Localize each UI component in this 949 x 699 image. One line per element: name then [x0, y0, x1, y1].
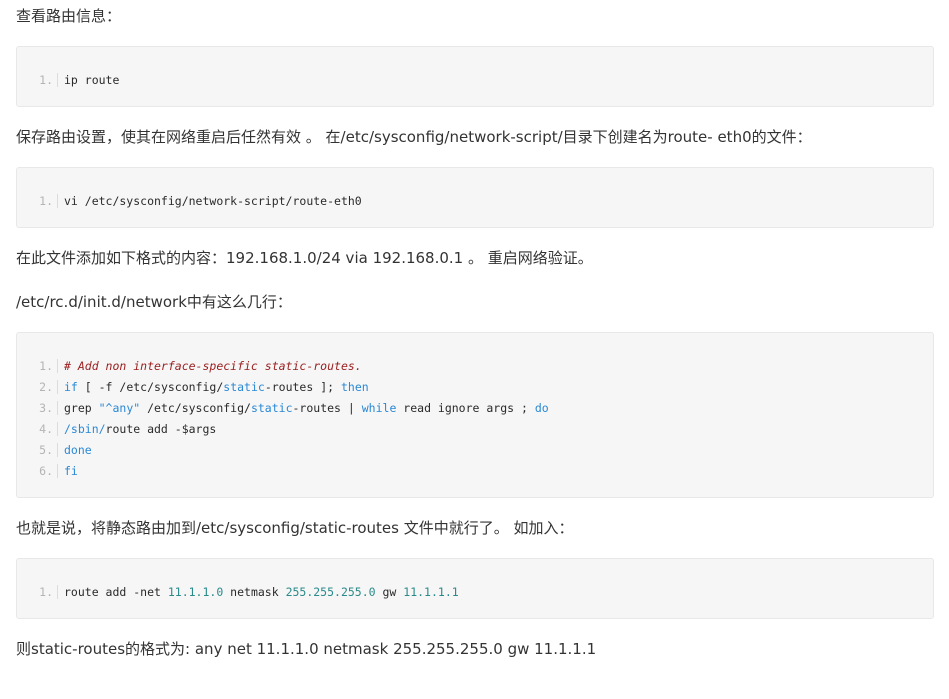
code-token-keyword: if: [64, 379, 78, 394]
paragraph-save-routes: 保存路由设置，使其在网络重启后任然有效 。 在/etc/sysconfig/ne…: [16, 128, 812, 146]
code-token-plain: route add -net: [64, 584, 168, 599]
code-line: 1. vi /etc/sysconfig/network-script/route…: [33, 190, 923, 211]
code-token-plain: grep: [64, 400, 99, 415]
code-lines: 1. # Add non interface-specific static-ro…: [33, 355, 923, 481]
code-lines: 1. route add -net 11.1.1.0 netmask 255.25…: [33, 581, 923, 602]
paragraph-route-format: 在此文件添加如下格式的内容：192.168.1.0/24 via 192.168…: [16, 249, 593, 267]
code-line: 1. ip route: [33, 69, 923, 90]
line-number: 1.: [33, 358, 58, 373]
code-token-keyword: done: [64, 442, 92, 457]
line-number: 5.: [33, 442, 58, 457]
paragraph-static-routes-format: 则static-routes的格式为: any net 11.1.1.0 net…: [16, 640, 597, 658]
paragraph-view-routes: 查看路由信息：: [16, 7, 122, 25]
code-token-plain: ip route: [64, 72, 120, 87]
code-token-number: 11.1.1.1: [403, 584, 459, 599]
code-token-plain: gw: [375, 584, 404, 599]
code-token-plain: [ -f /etc/sysconfig/: [77, 379, 224, 394]
code-token-plain: read ignore args ;: [396, 400, 535, 415]
code-token-keyword: while: [361, 400, 397, 415]
paragraph-static-routes-file: 也就是说，将静态路由加到/etc/sysconfig/static-routes…: [16, 519, 574, 537]
code-token-string: "^any": [98, 400, 141, 415]
code-token-keyword: do: [534, 400, 549, 415]
code-token-plain: route add -$args: [105, 421, 217, 436]
line-number: 1.: [33, 72, 58, 87]
code-line: 6. fi: [33, 460, 923, 481]
line-number: 1.: [33, 584, 58, 599]
code-token-plain: -routes ];: [264, 379, 341, 394]
line-number: 4.: [33, 421, 58, 436]
code-line: 1. # Add non interface-specific static-ro…: [33, 355, 923, 376]
line-number: 1.: [33, 193, 58, 208]
code-token-plain: -routes |: [292, 400, 362, 415]
code-lines: 1. ip route: [33, 69, 923, 90]
code-token-plain: vi /etc/sysconfig/network-script/route-e…: [64, 193, 362, 208]
code-token-number: 11.1.1.0: [167, 584, 224, 599]
code-token-plain: netmask: [223, 584, 286, 599]
code-token-plain: /etc/sysconfig/: [140, 400, 251, 415]
line-number: 6.: [33, 463, 58, 478]
paragraph-network-script: /etc/rc.d/init.d/network中有这么几行：: [16, 293, 292, 311]
code-token-comment: # Add non interface-specific static-rout…: [64, 358, 362, 373]
code-lines: 1. vi /etc/sysconfig/network-script/route…: [33, 190, 923, 211]
code-token-keyword: then: [340, 379, 369, 394]
code-line: 2. if [ -f /etc/sysconfig/static -routes ]…: [33, 376, 923, 397]
code-line: 3. grep "^any" /etc/sysconfig/static -rout…: [33, 397, 923, 418]
line-number: 2.: [33, 379, 58, 394]
code-block-route-add: 1. route add -net 11.1.1.0 netmask 255.25…: [16, 558, 934, 619]
code-line: 1. route add -net 11.1.1.0 netmask 255.25…: [33, 581, 923, 602]
code-block-ip-route: 1. ip route: [16, 46, 934, 107]
code-token-number: 255.255.255.0: [285, 584, 376, 599]
code-token-path: static: [223, 379, 265, 394]
code-token-keyword: fi: [64, 463, 78, 478]
code-token-path: static: [250, 400, 293, 415]
code-block-network-snippet: 1. # Add non interface-specific static-ro…: [16, 332, 934, 498]
code-line: 5. done: [33, 439, 923, 460]
code-token-path: /sbin/: [64, 421, 106, 436]
code-block-vi-route-eth0: 1. vi /etc/sysconfig/network-script/route…: [16, 167, 934, 228]
line-number: 3.: [33, 400, 58, 415]
code-line: 4. /sbin/route add -$args: [33, 418, 923, 439]
